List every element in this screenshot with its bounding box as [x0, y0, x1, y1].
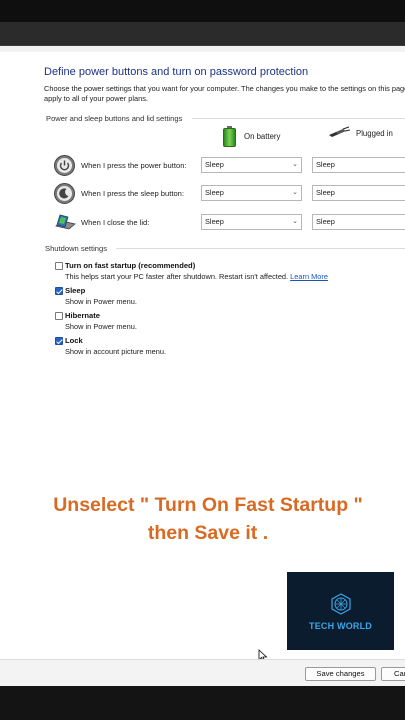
- fast-startup-desc: This helps start your PC faster after sh…: [65, 272, 328, 281]
- power-button-label: When I press the power button:: [81, 161, 187, 170]
- sleep-checkbox[interactable]: [55, 287, 63, 295]
- shutdown-section-title: Shutdown settings: [45, 244, 108, 253]
- lid-plugged-value: Sleep: [316, 217, 335, 226]
- sleep-button-battery-value: Sleep: [205, 188, 224, 197]
- column-plugged-in-label: Plugged in: [356, 128, 393, 138]
- fast-startup-label: Turn on fast startup (recommended): [65, 261, 196, 270]
- sleep-button-icon: [54, 183, 75, 204]
- lid-battery-select[interactable]: Sleep ⌄: [201, 214, 302, 230]
- taskbar: [0, 686, 405, 720]
- video-caption: Unselect " Turn On Fast Startup " then S…: [18, 491, 398, 547]
- power-button-icon: [54, 155, 75, 176]
- hibernate-checkbox[interactable]: [55, 312, 63, 320]
- lock-desc: Show in account picture menu.: [65, 347, 167, 356]
- hibernate-desc: Show in Power menu.: [65, 322, 137, 331]
- power-section-title: Power and sleep buttons and lid settings: [46, 114, 183, 123]
- chevron-down-icon: ⌄: [292, 218, 298, 225]
- chevron-down-icon: ⌄: [292, 161, 298, 168]
- cancel-button[interactable]: Cancel: [381, 667, 405, 681]
- save-changes-button[interactable]: Save changes: [305, 667, 376, 681]
- chevron-down-icon: ⌄: [292, 189, 298, 196]
- lock-label: Lock: [65, 336, 83, 345]
- fast-startup-desc-text: This helps start your PC faster after sh…: [65, 272, 289, 281]
- lid-plugged-select[interactable]: Sleep: [312, 214, 405, 230]
- power-plug-icon: [329, 126, 350, 137]
- logo-text: TECH WORLD: [309, 621, 372, 631]
- power-button-plugged-value: Sleep: [316, 160, 335, 169]
- power-button-battery-select[interactable]: Sleep ⌄: [201, 157, 302, 173]
- globe-network-icon: [331, 593, 351, 615]
- address-bar-edge: [0, 46, 405, 52]
- sleep-button-plugged-value: Sleep: [316, 188, 335, 197]
- lock-checkbox[interactable]: [55, 337, 63, 345]
- sleep-label: Sleep: [65, 286, 86, 295]
- page-title: Define power buttons and turn on passwor…: [44, 66, 309, 78]
- column-on-battery: On battery: [223, 126, 280, 147]
- section-divider: [192, 118, 405, 119]
- hibernate-label: Hibernate: [65, 311, 101, 320]
- fast-startup-checkbox[interactable]: [55, 262, 63, 270]
- sleep-button-plugged-select[interactable]: Sleep: [312, 185, 405, 201]
- lid-row: When I close the lid: Sleep ⌄ Sleep: [54, 212, 405, 234]
- power-button-plugged-select[interactable]: Sleep: [312, 157, 405, 173]
- section-divider: [116, 248, 405, 249]
- power-button-row: When I press the power button: Sleep ⌄ S…: [54, 155, 405, 177]
- sleep-button-label: When I press the sleep button:: [81, 189, 184, 198]
- channel-logo: TECH WORLD: [287, 572, 394, 650]
- window-top-bar: [0, 0, 405, 22]
- sleep-button-row: When I press the sleep button: Sleep ⌄ S…: [54, 183, 405, 205]
- lid-label: When I close the lid:: [81, 218, 150, 227]
- sleep-desc: Show in Power menu.: [65, 297, 137, 306]
- caption-line-1: Unselect " Turn On Fast Startup ": [53, 494, 363, 516]
- column-on-battery-label: On battery: [244, 132, 281, 141]
- power-button-battery-value: Sleep: [205, 160, 224, 169]
- caption-line-2: then Save it .: [147, 522, 269, 544]
- learn-more-link[interactable]: Learn More: [290, 272, 328, 281]
- column-plugged-in: Plugged in: [328, 126, 393, 140]
- screen: Define power buttons and turn on passwor…: [0, 0, 405, 720]
- page-intro: Choose the power settings that you want …: [44, 84, 405, 103]
- sleep-button-battery-select[interactable]: Sleep ⌄: [201, 185, 302, 201]
- laptop-lid-icon: [54, 212, 76, 233]
- battery-icon: [223, 126, 236, 147]
- title-bar: [0, 22, 405, 46]
- lid-battery-value: Sleep: [205, 217, 224, 226]
